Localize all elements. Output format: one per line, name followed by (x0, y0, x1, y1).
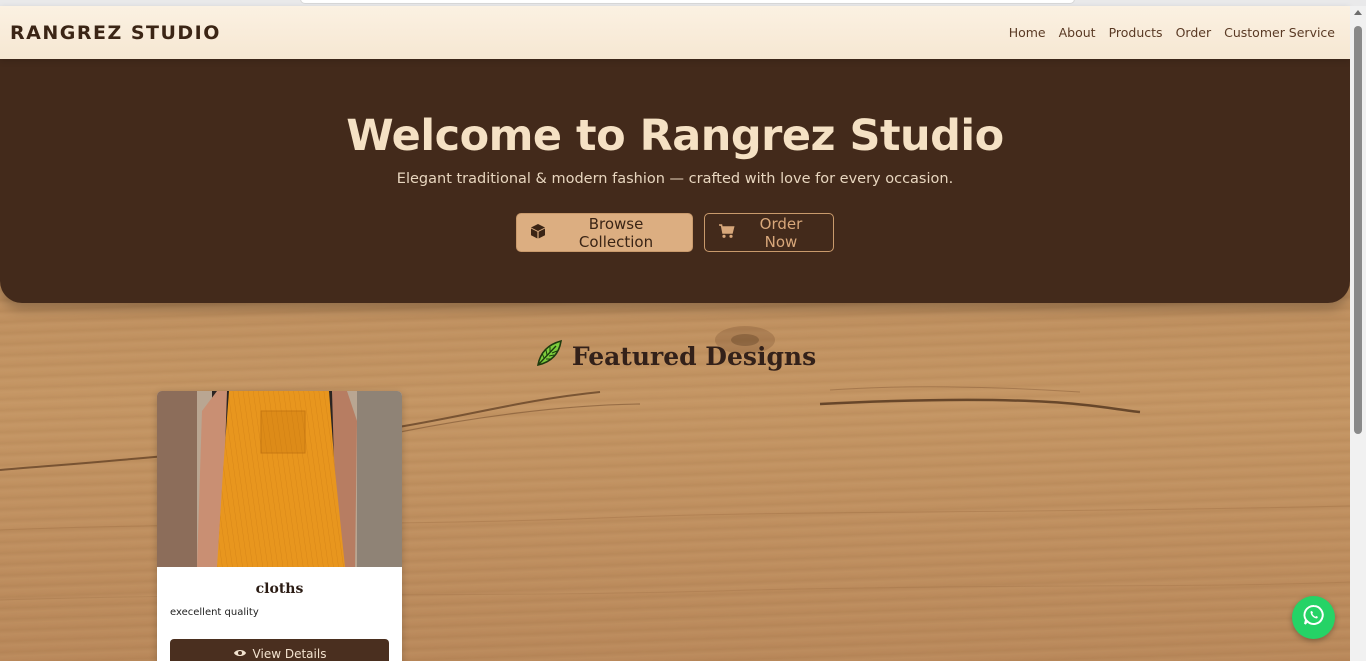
featured-designs-title: Featured Designs (571, 341, 817, 371)
whatsapp-icon (1302, 603, 1326, 632)
product-image[interactable] (157, 391, 402, 567)
nav-link-customer-service[interactable]: Customer Service (1224, 25, 1335, 40)
brand-logo[interactable]: RANGREZ STUDIO (10, 22, 221, 44)
address-bar[interactable] (300, 0, 1075, 4)
nav-links: Home About Products Order Customer Servi… (1009, 25, 1335, 40)
order-now-label: Order Now (759, 214, 803, 251)
featured-designs-heading: Featured Designs (0, 338, 1350, 374)
nav-link-about[interactable]: About (1059, 25, 1096, 40)
box-icon (530, 223, 546, 243)
order-now-button[interactable]: Order Now (704, 213, 834, 252)
product-description: execellent quality (170, 607, 259, 618)
leaf-icon (534, 338, 564, 374)
view-details-label: View Details (252, 647, 327, 661)
whatsapp-chat-button[interactable] (1292, 596, 1335, 639)
cart-icon (718, 223, 735, 243)
view-details-button[interactable]: View Details (170, 639, 389, 661)
nav-link-order[interactable]: Order (1176, 25, 1212, 40)
browse-collection-button[interactable]: Browse Collection (516, 213, 693, 252)
product-card[interactable]: cloths execellent quality View Details (157, 391, 402, 661)
navbar: RANGREZ STUDIO Home About Products Order… (0, 6, 1350, 59)
product-title: cloths (255, 581, 304, 597)
page-scrollbar[interactable] (1350, 6, 1366, 661)
nav-link-home[interactable]: Home (1009, 25, 1046, 40)
eye-icon (233, 647, 247, 661)
scroll-up-arrow-icon[interactable] (1354, 10, 1362, 15)
hero-subtitle: Elegant traditional & modern fashion — c… (396, 171, 954, 187)
hero-title: Welcome to Rangrez Studio (346, 111, 1004, 161)
browse-collection-label: Browse Collection (578, 214, 654, 251)
product-card-body: cloths execellent quality View Details (157, 567, 402, 661)
scrollbar-thumb[interactable] (1354, 26, 1362, 434)
nav-link-products[interactable]: Products (1109, 25, 1163, 40)
hero-buttons: Browse Collection Order Now (0, 213, 1350, 252)
hero-section: Welcome to Rangrez Studio Elegant tradit… (0, 59, 1350, 303)
